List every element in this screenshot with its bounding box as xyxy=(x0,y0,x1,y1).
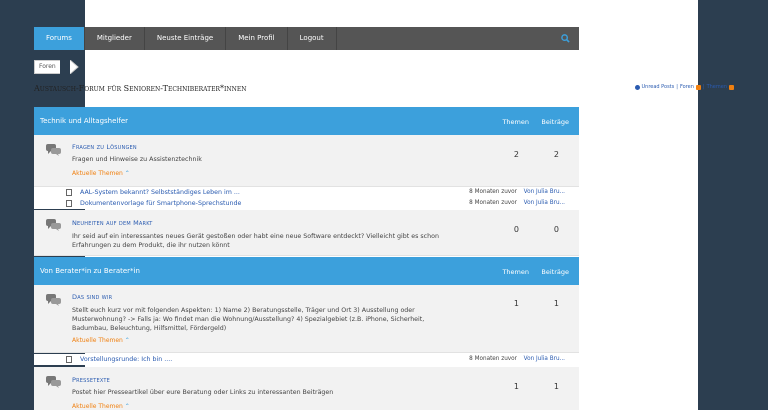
thread-row: Dokumentenvorlage für Smartphone-Sprechs… xyxy=(34,198,579,209)
nav-my-profile[interactable]: Mein Profil xyxy=(226,27,288,50)
forum-description: Stellt euch kurz vor mit folgenden Aspek… xyxy=(72,307,425,332)
forum-description: Fragen und Hinweise zu Assistenztechnik xyxy=(72,156,202,163)
thread-author[interactable]: Von Julia Bru... xyxy=(524,189,565,195)
forum-row: Pressetexte Postet hier Presseartikel üb… xyxy=(34,367,579,410)
chat-bubbles-icon xyxy=(46,219,61,231)
forum-title[interactable]: Das sind wir xyxy=(72,293,112,301)
category-name[interactable]: Technik und Alltagshelfer xyxy=(40,117,128,125)
nav-latest-posts[interactable]: Neuste Einträge xyxy=(145,27,227,50)
forum-title[interactable]: Neuheiten auf dem Markt xyxy=(72,219,153,227)
thread-age: 8 Monaten zuvor xyxy=(469,356,517,362)
chat-bubbles-icon xyxy=(46,144,61,156)
main-navigation: Forums Mitglieder Neuste Einträge Mein P… xyxy=(34,27,579,50)
search-icon[interactable] xyxy=(559,27,571,50)
unread-posts-link[interactable]: Unread Posts xyxy=(642,84,675,90)
category-header: Von Berater*in zu Berater*in Themen Beit… xyxy=(34,257,579,285)
topic-count: 0 xyxy=(513,225,519,234)
category-header: Technik und Alltagshelfer Themen Beiträg… xyxy=(34,107,579,135)
page-title: Austausch-Forum für Senioren-Techniberat… xyxy=(34,84,247,93)
thread-row: AAL-System bekannt? Selbstständiges Lebe… xyxy=(34,187,579,198)
rss-icon xyxy=(695,84,701,90)
topic-count: 1 xyxy=(513,382,519,391)
forum-description: Ihr seid auf ein interessantes neues Ger… xyxy=(72,233,439,249)
chevron-up-icon: ⌃ xyxy=(124,403,130,410)
recent-topics-toggle[interactable]: Aktuelle Themen ⌃ xyxy=(72,337,130,344)
category-name[interactable]: Von Berater*in zu Berater*in xyxy=(40,267,140,275)
thread-title[interactable]: AAL-System bekannt? Selbstständiges Lebe… xyxy=(80,189,240,196)
column-posts: Beiträge xyxy=(541,268,569,276)
recent-topics-toggle[interactable]: Aktuelle Themen ⌃ xyxy=(72,403,130,410)
header-links: Unread Posts | Foren | Themen xyxy=(634,84,734,90)
column-topics: Themen xyxy=(502,118,529,126)
post-count: 2 xyxy=(553,150,559,159)
post-count: 1 xyxy=(553,382,559,391)
thread-title[interactable]: Vorstellungsrunde: Ich bin .... xyxy=(80,356,172,363)
chevron-up-icon: ⌃ xyxy=(124,337,130,344)
thread-age: 8 Monaten zuvor xyxy=(469,200,517,206)
post-count: 0 xyxy=(553,225,559,234)
document-icon xyxy=(66,200,72,207)
thread-title[interactable]: Dokumentenvorlage für Smartphone-Sprechs… xyxy=(80,200,241,207)
forum-title[interactable]: Fragen zu Lösungen xyxy=(72,143,137,151)
chevron-up-icon: ⌃ xyxy=(124,170,130,177)
recent-topics-toggle[interactable]: Aktuelle Themen ⌃ xyxy=(72,170,130,177)
column-posts: Beiträge xyxy=(541,118,569,126)
rss-icon xyxy=(729,84,734,90)
document-icon xyxy=(66,189,72,196)
breadcrumb-arrow-icon xyxy=(70,60,79,74)
thread-author[interactable]: Von Julia Bru... xyxy=(524,200,565,206)
forum-row: Das sind wir Stellt euch kurz vor mit fo… xyxy=(34,285,579,353)
forum-title[interactable]: Pressetexte xyxy=(72,376,110,384)
breadcrumb-foren[interactable]: Foren xyxy=(34,60,60,74)
chat-bubbles-icon xyxy=(46,294,61,306)
nav-forums[interactable]: Forums xyxy=(34,27,85,50)
chat-bubbles-icon xyxy=(46,376,61,388)
nav-logout[interactable]: Logout xyxy=(288,27,337,50)
forum-description: Postet hier Presseartikel über eure Bera… xyxy=(72,389,334,396)
topic-count: 1 xyxy=(513,299,519,308)
column-topics: Themen xyxy=(502,268,529,276)
nav-members[interactable]: Mitglieder xyxy=(85,27,145,50)
document-icon xyxy=(66,356,72,363)
forum-row: Fragen zu Lösungen Fragen und Hinweise z… xyxy=(34,135,579,187)
thread-row: Vorstellungsrunde: Ich bin .... 8 Monate… xyxy=(34,354,579,365)
thread-author[interactable]: Von Julia Bru... xyxy=(524,356,565,362)
post-count: 1 xyxy=(553,299,559,308)
unread-icon xyxy=(634,84,640,90)
thread-age: 8 Monaten zuvor xyxy=(469,189,517,195)
topic-count: 2 xyxy=(513,150,519,159)
forums-feed-link[interactable]: Foren xyxy=(680,84,694,90)
forum-row: Neuheiten auf dem Markt Ihr seid auf ein… xyxy=(34,210,579,256)
topics-feed-link[interactable]: Themen xyxy=(707,84,727,90)
